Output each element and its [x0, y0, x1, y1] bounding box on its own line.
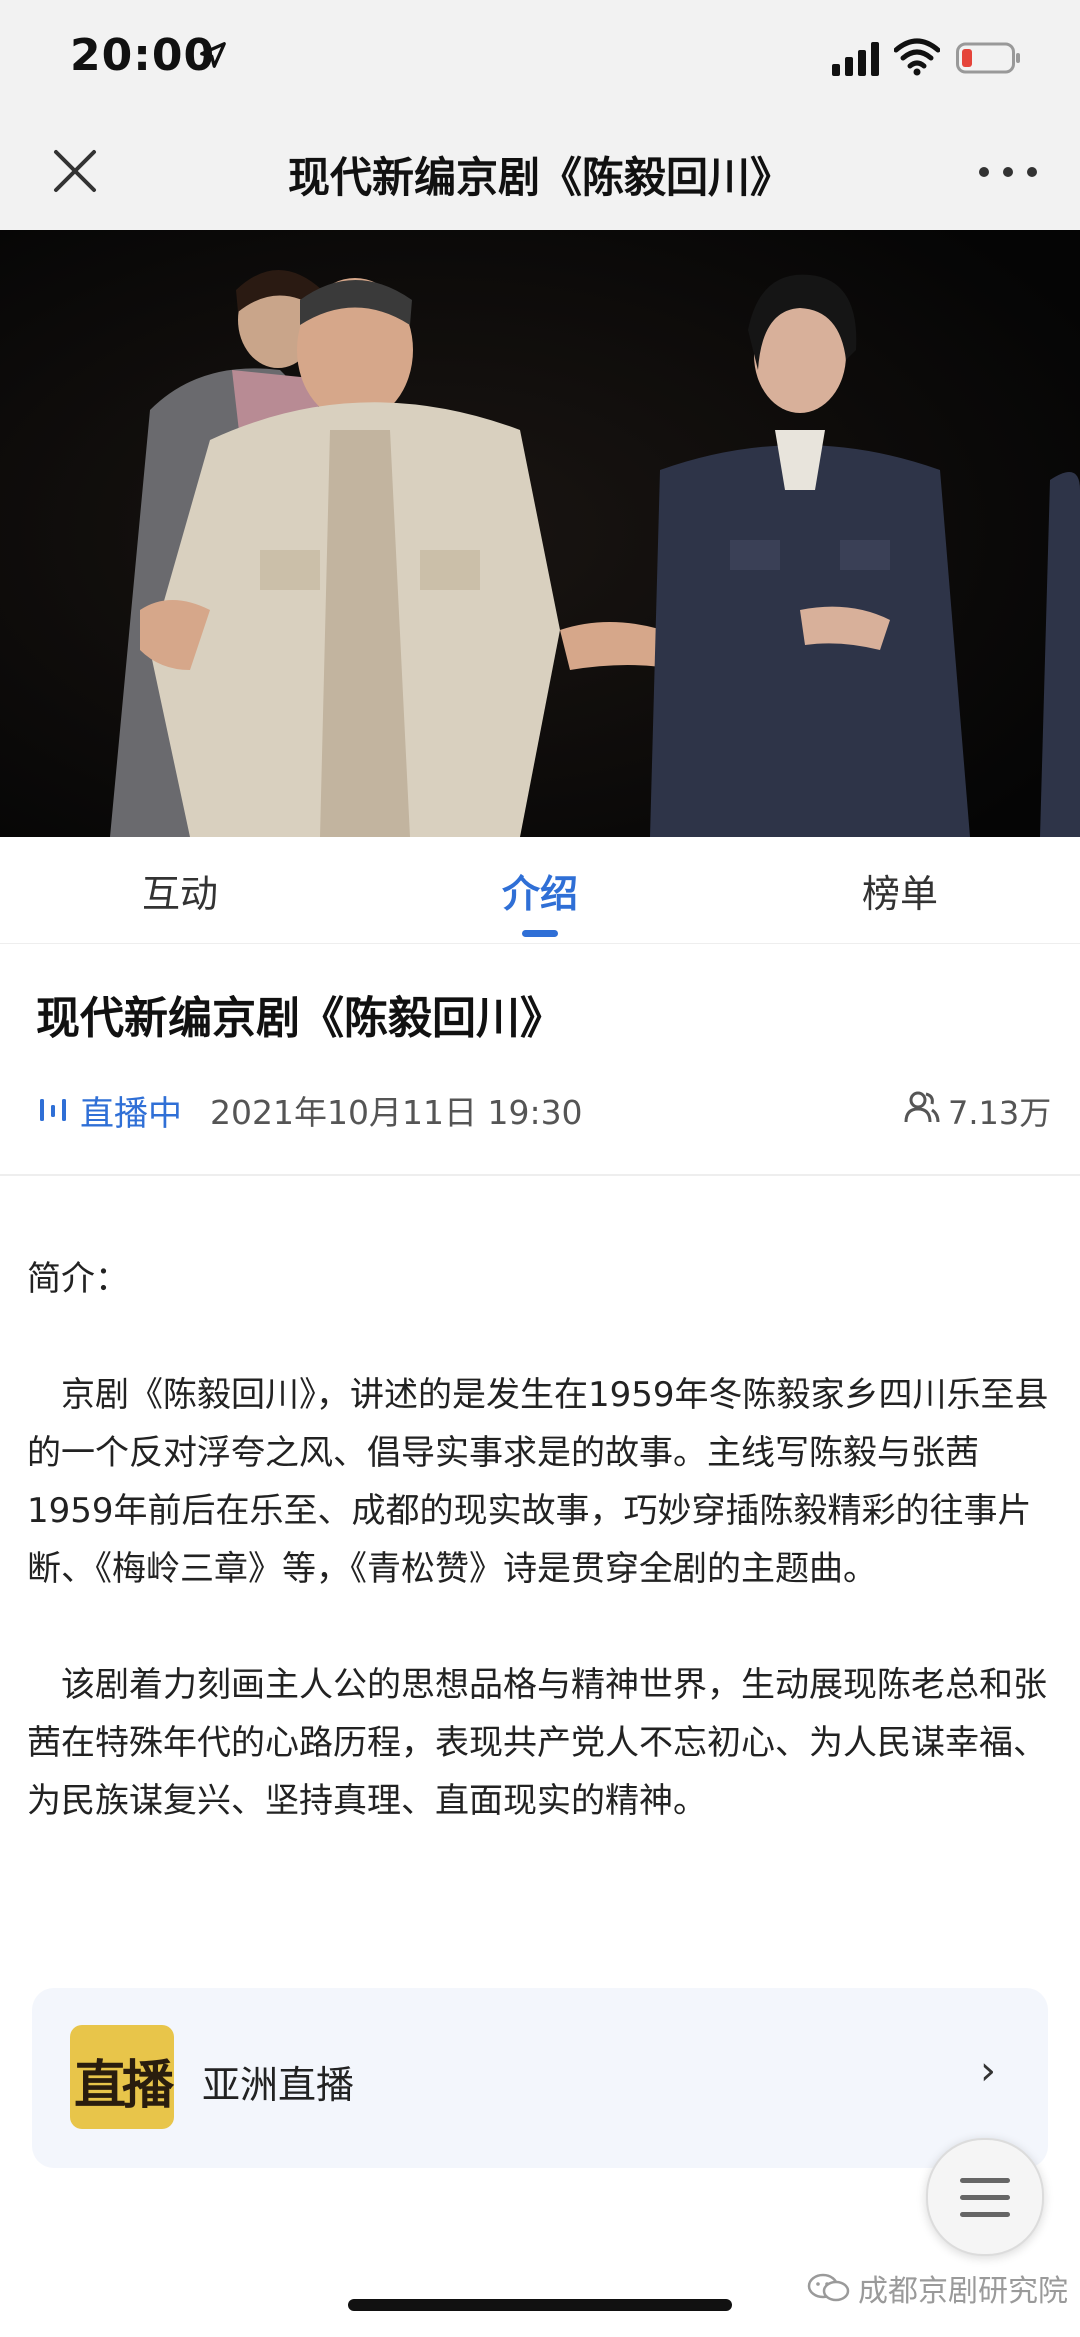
watermark-text: 成都京剧研究院 — [858, 2274, 1068, 2309]
menu-icon-bar — [960, 2195, 1010, 2200]
video-player[interactable] — [0, 230, 1080, 837]
wifi-icon — [894, 38, 940, 76]
stage-performance-image — [0, 230, 1080, 837]
intro-heading: 简介： — [27, 1259, 129, 1299]
program-title: 现代新编京剧《陈毅回川》 — [36, 993, 564, 1044]
intro-paragraph-2: 该剧着力刻画主人公的思想品格与精神世界，生动展现陈老总和张茜在特殊年代的心路历程… — [27, 1665, 1047, 1821]
live-bars-icon — [40, 1099, 66, 1121]
viewers-icon — [904, 1091, 940, 1123]
channel-logo-text: 直播 — [73, 2056, 174, 2116]
viewers-count: 7.13万 — [948, 1094, 1052, 1132]
close-icon[interactable] — [48, 144, 102, 198]
introduction-text: 简介： 京剧《陈毅回川》，讲述的是发生在1959年冬陈毅家乡四川乐至县的一个反对… — [27, 1250, 1057, 1830]
program-info: 现代新编京剧《陈毅回川》 直播中 2021年10月11日 19:30 7.13万 — [0, 944, 1080, 1176]
nav-bar: 现代新编京剧《陈毅回川》 — [0, 120, 1080, 230]
tab-introduction[interactable]: 介绍 — [440, 863, 640, 918]
tab-ranking[interactable]: 榜单 — [800, 863, 1000, 918]
menu-icon-bar — [960, 2178, 1010, 2183]
status-bar: 20:00 — [0, 0, 1080, 120]
more-options-icon[interactable] — [976, 162, 1040, 182]
tab-interaction[interactable]: 互动 — [80, 863, 280, 918]
home-indicator[interactable] — [348, 2299, 732, 2311]
status-time: 20:00 — [70, 30, 216, 81]
location-arrow-icon — [200, 42, 226, 68]
channel-card[interactable]: 直播 亚洲直播 › — [32, 1988, 1048, 2168]
channel-logo: 直播 — [70, 2025, 174, 2129]
chevron-right-icon: › — [980, 2048, 996, 2094]
cellular-signal-icon — [832, 42, 879, 76]
floating-menu-button[interactable] — [926, 2138, 1044, 2256]
battery-icon — [956, 42, 1020, 74]
intro-paragraph-1: 京剧《陈毅回川》，讲述的是发生在1959年冬陈毅家乡四川乐至县的一个反对浮夸之风… — [27, 1375, 1049, 1589]
watermark: 成都京剧研究院 — [806, 2266, 1068, 2310]
active-tab-indicator — [522, 930, 558, 937]
channel-name: 亚洲直播 — [202, 2063, 355, 2107]
menu-icon-bar — [960, 2212, 1010, 2217]
tab-bar: 互动 介绍 榜单 — [0, 837, 1080, 944]
broadcast-datetime: 2021年10月11日 19:30 — [210, 1093, 583, 1132]
live-status-label: 直播中 — [80, 1094, 182, 1134]
page-title: 现代新编京剧《陈毅回川》 — [287, 153, 792, 202]
wechat-icon — [807, 2273, 850, 2302]
